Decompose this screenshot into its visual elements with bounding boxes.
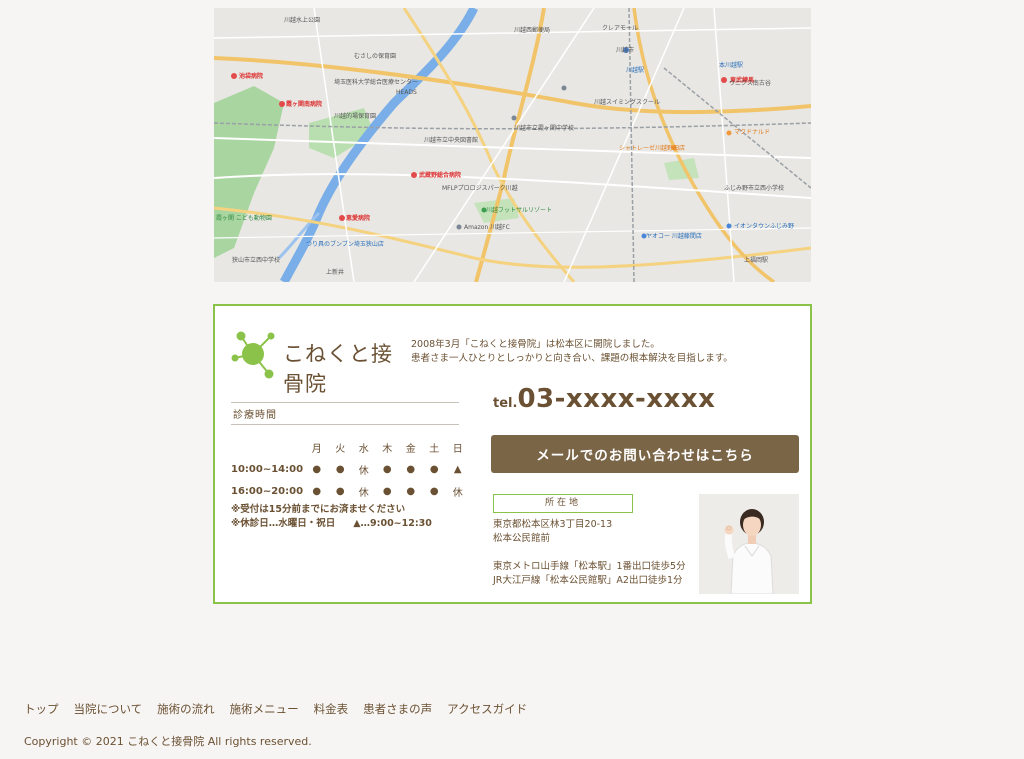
map-place-label: HEADS xyxy=(396,89,417,96)
map-place-label: 川越市立霞ヶ関中学校 xyxy=(514,125,575,132)
triangle-hours-note: ▲…9:00~12:30 xyxy=(353,518,432,529)
schedule-cell: ● xyxy=(406,463,416,475)
map-place-label: ヤオコー 川越藤間店 xyxy=(646,233,702,240)
time-slot-label: 10:00~14:00 xyxy=(231,463,304,475)
clinic-logo[interactable]: こねくと接骨院 xyxy=(231,326,401,396)
map-place-label: 狭山市立西中学校 xyxy=(232,257,281,264)
access-line-1: 東京メトロ山手線「松本駅」1番出口徒歩5分 xyxy=(493,561,686,572)
map-place-label: 上新井 xyxy=(326,269,345,276)
schedule-cell: ● xyxy=(429,485,439,497)
map-place-label: むさしの保育園 xyxy=(354,53,397,60)
map-place-label: ウニクス南古谷 xyxy=(729,80,771,87)
map-place-label: 恵愛病院 xyxy=(346,215,371,222)
tel-prefix: tel. xyxy=(493,396,518,411)
footer-link-price[interactable]: 料金表 xyxy=(314,701,349,717)
footer-nav: トップ 当院について 施術の流れ 施術メニュー 料金表 患者さまの声 アクセスガ… xyxy=(24,701,527,717)
map-place-label: 霞ヶ関南病院 xyxy=(286,101,323,108)
day-header: 月 xyxy=(311,443,322,455)
map-place-label: Amazon 川越FC xyxy=(464,224,510,231)
google-map[interactable]: 川越水上公園むさしの保育園池袋病院霞ヶ関南病院 埼玉医科大学総合医療センター HEA… xyxy=(214,8,811,282)
schedule-cell: ● xyxy=(335,485,345,497)
schedule-title: 診療時間 xyxy=(231,402,459,425)
footer-link-flow[interactable]: 施術の流れ xyxy=(157,701,215,717)
map-place-label: 川越的場保育園 xyxy=(334,113,377,120)
footer-link-top[interactable]: トップ xyxy=(24,701,59,717)
map-place-label: ふじみ野市立西小学校 xyxy=(724,185,785,192)
footer-link-voices[interactable]: 患者さまの声 xyxy=(363,701,432,717)
map-place-label: 池袋病院 xyxy=(239,73,264,80)
map-place-label: マクドナルド xyxy=(734,129,771,136)
map-place-label: 川越スイミングスクール xyxy=(594,99,661,106)
clinic-info-panel: こねくと接骨院 2008年3月「こねくと接骨院」は松本区に開院しました。 患者さ… xyxy=(213,304,812,604)
schedule-cell: ▲ xyxy=(453,463,462,475)
map-place-label: 川越フットサルリゾート xyxy=(486,207,553,214)
map-place-label: クレアモール xyxy=(602,25,639,32)
logo-text: こねくと接骨院 xyxy=(283,342,393,396)
schedule-cell: ● xyxy=(312,463,322,475)
schedule-cell: ● xyxy=(335,463,345,475)
footer-link-about[interactable]: 当院について xyxy=(74,701,143,717)
map-place-label: 川越市 xyxy=(616,47,635,54)
map-place-label: 川越市立中央図書館 xyxy=(424,137,479,144)
mail-contact-button[interactable]: メールでのお問い合わせはこちら xyxy=(491,435,799,473)
schedule-cell: 休 xyxy=(358,465,369,477)
closed-days-note: ※休診日…水曜日・祝日 ▲…9:00~12:30 xyxy=(231,517,432,531)
map-place-label: 本川越駅 xyxy=(719,62,744,69)
map-place-label: MFLPプロロジスパーク川越 xyxy=(442,185,518,192)
schedule-row-morning: 10:00~14:00 ● ● 休 ● ● ● ▲ xyxy=(231,458,470,480)
staff-illustration xyxy=(699,494,799,594)
access-line-2: JR大江戸線「松本公民館駅」A2出口徒歩1分 xyxy=(493,575,683,586)
staff-photo xyxy=(699,494,799,594)
closed-days-text: ※休診日…水曜日・祝日 xyxy=(231,518,336,529)
map-place-label: 川越駅 xyxy=(626,67,645,74)
day-header: 日 xyxy=(452,443,463,455)
tel-number: 03-xxxx-xxxx xyxy=(517,384,716,414)
map-place-label: 埼玉医科大学総合医療センター xyxy=(334,79,419,86)
day-header: 金 xyxy=(405,443,416,455)
map-place-label: 霞ヶ関 こども動物園 xyxy=(216,215,272,222)
day-header: 土 xyxy=(429,443,440,455)
schedule-cell: 休 xyxy=(452,487,463,499)
footer-link-menu[interactable]: 施術メニュー xyxy=(230,701,299,717)
schedule-cell: ● xyxy=(429,463,439,475)
schedule-row-evening: 16:00~20:00 ● ● 休 ● ● ● 休 xyxy=(231,480,470,502)
intro-line-1: 2008年3月「こねくと接骨院」は松本区に開院しました。 xyxy=(411,339,660,350)
address-line-1: 東京都松本区林3丁目20-13 xyxy=(493,519,613,530)
address-tag: 所在地 xyxy=(493,494,633,513)
day-header: 火 xyxy=(335,443,346,455)
schedule-cell: ● xyxy=(382,485,392,497)
map-place-label: シャトレーゼ川越野田店 xyxy=(619,145,686,152)
map-place-label: つり具のブンブン埼玉狭山店 xyxy=(306,241,384,248)
reception-note: ※受付は15分前までにお済ませください xyxy=(231,504,406,515)
footer-link-access[interactable]: アクセスガイド xyxy=(447,701,527,717)
map-place-label: 川越水上公園 xyxy=(284,17,321,24)
access-block: 東京メトロ山手線「松本駅」1番出口徒歩5分 JR大江戸線「松本公民館駅」A2出口… xyxy=(493,560,686,588)
clinic-intro: 2008年3月「こねくと接骨院」は松本区に開院しました。 患者さま一人ひとりとし… xyxy=(411,338,733,366)
intro-line-2: 患者さま一人ひとりとしっかりと向き合い、課題の根本解決を目指します。 xyxy=(411,353,733,364)
logo-molecule-icon xyxy=(231,331,275,379)
time-slot-label: 16:00~20:00 xyxy=(231,485,304,497)
address-block: 東京都松本区林3丁目20-13 松本公民館前 xyxy=(493,518,612,546)
map-place-label: 上福岡駅 xyxy=(744,257,769,264)
day-header: 水 xyxy=(358,443,369,455)
schedule-notes: ※受付は15分前までにお済ませください ※休診日…水曜日・祝日 ▲…9:00~12… xyxy=(231,503,432,531)
address-line-2: 松本公民館前 xyxy=(493,533,551,544)
schedule-cell: ● xyxy=(406,485,416,497)
schedule-cell: ● xyxy=(382,463,392,475)
map-place-label: 武蔵野総合病院 xyxy=(419,172,462,179)
copyright: Copyright © 2021 こねくと接骨院 All rights rese… xyxy=(24,735,312,748)
schedule-cell: ● xyxy=(312,485,322,497)
day-header: 木 xyxy=(382,443,393,455)
schedule-table: 月 火 水 木 金 土 日 10:00~14:00 ● ● 休 ● ● ● ▲ … xyxy=(231,436,470,502)
map-place-label: 川越西郵便局 xyxy=(514,27,551,34)
map-canvas xyxy=(214,8,811,282)
phone-number[interactable]: tel.03-xxxx-xxxx xyxy=(493,384,715,414)
map-place-label: イオンタウンふじみ野 xyxy=(734,223,795,230)
schedule-header-row: 月 火 水 木 金 土 日 xyxy=(231,436,470,458)
schedule-cell: 休 xyxy=(358,487,369,499)
